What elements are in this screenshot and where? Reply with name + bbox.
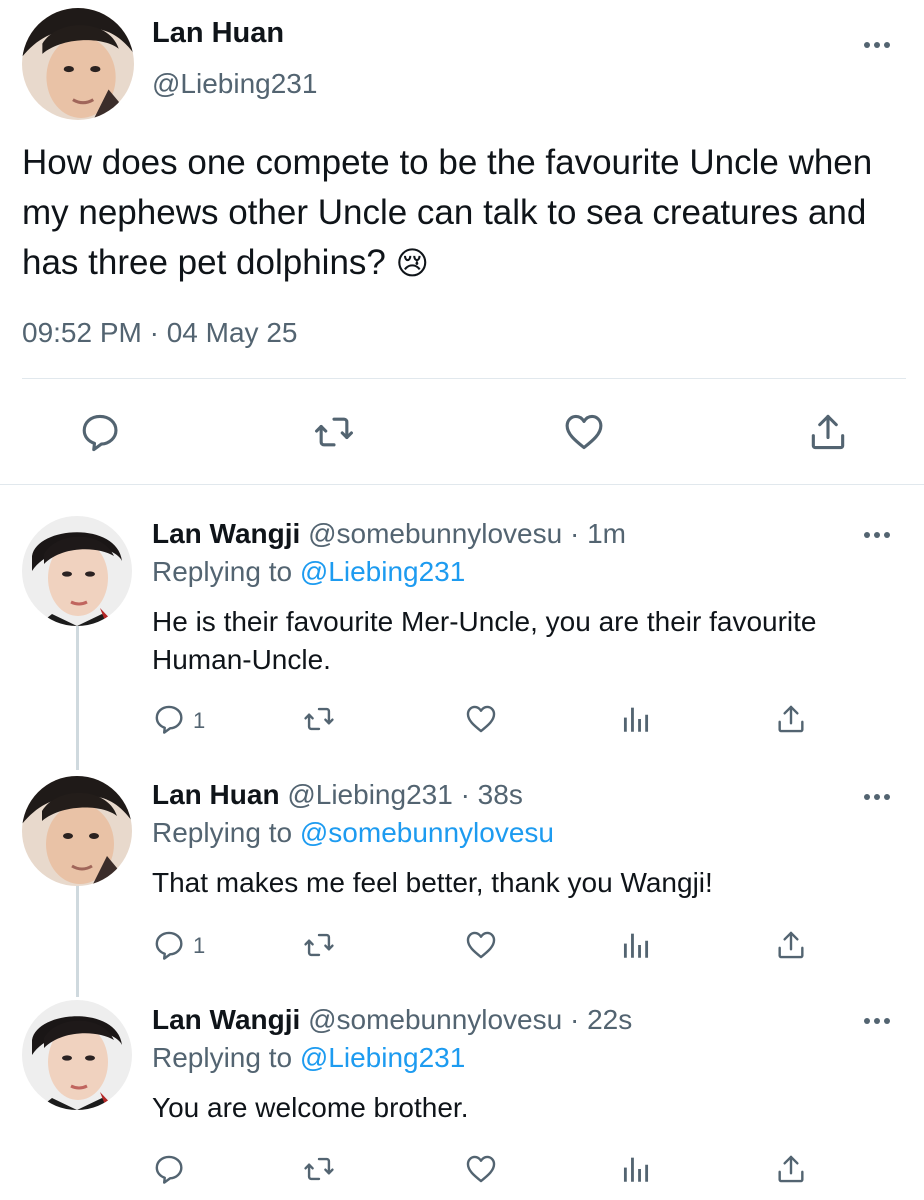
avatar[interactable] <box>22 1000 132 1110</box>
divider <box>0 484 924 485</box>
thread-line <box>76 624 79 770</box>
like-icon[interactable] <box>464 1152 498 1186</box>
retweet-icon[interactable] <box>302 1152 336 1186</box>
author-name[interactable]: Lan Wangji <box>152 518 300 549</box>
avatar[interactable] <box>22 8 134 120</box>
share-icon[interactable] <box>806 410 850 454</box>
reply-text: You are welcome brother. <box>152 1092 469 1123</box>
comment-icon[interactable] <box>152 702 186 736</box>
comment-icon[interactable] <box>152 928 186 962</box>
reply-header: Lan Wangji @somebunnylovesu · 22s <box>152 1002 632 1038</box>
more-icon[interactable] <box>864 1016 894 1026</box>
reply-count: 1 <box>193 708 206 733</box>
comment-icon[interactable] <box>152 1152 186 1186</box>
reply-text: That makes me feel better, thank you Wan… <box>152 867 713 898</box>
tweet-timestamp[interactable]: 09:52 PM · 04 May 25 <box>22 315 297 351</box>
replying-to: Replying to @Liebing231 <box>152 1040 465 1076</box>
more-icon[interactable] <box>864 792 894 802</box>
more-icon[interactable] <box>864 40 894 50</box>
author-name[interactable]: Lan Huan <box>152 14 284 52</box>
retweet-icon[interactable] <box>302 928 336 962</box>
retweet-icon[interactable] <box>312 410 356 454</box>
avatar[interactable] <box>22 516 132 626</box>
replying-label: Replying to <box>152 556 300 587</box>
tweet-text: How does one compete to be the favourite… <box>22 138 922 288</box>
divider <box>22 378 906 379</box>
reply-text: He is their favourite Mer-Uncle, you are… <box>152 606 817 675</box>
analytics-icon[interactable] <box>619 928 653 962</box>
more-icon[interactable] <box>864 530 894 540</box>
like-icon[interactable] <box>464 702 498 736</box>
share-icon[interactable] <box>774 1152 808 1186</box>
like-icon[interactable] <box>464 928 498 962</box>
like-icon[interactable] <box>562 410 606 454</box>
retweet-icon[interactable] <box>302 702 336 736</box>
reply-header: Lan Huan @Liebing231 · 38s <box>152 777 523 813</box>
replying-to: Replying to @somebunnylovesu <box>152 815 554 851</box>
tweet-text-body: How does one compete to be the favourite… <box>22 143 873 282</box>
replying-to-link[interactable]: @Liebing231 <box>300 556 465 587</box>
analytics-icon[interactable] <box>619 1152 653 1186</box>
avatar[interactable] <box>22 776 132 886</box>
crying-emoji: 😢 <box>395 245 429 281</box>
share-icon[interactable] <box>774 928 808 962</box>
author-name[interactable]: Lan Wangji <box>152 1004 300 1035</box>
replying-label: Replying to <box>152 1042 300 1073</box>
analytics-icon[interactable] <box>619 702 653 736</box>
share-icon[interactable] <box>774 702 808 736</box>
replying-to-link[interactable]: @somebunnylovesu <box>300 817 554 848</box>
comment-icon[interactable] <box>78 410 122 454</box>
replying-to: Replying to @Liebing231 <box>152 554 465 590</box>
author-name[interactable]: Lan Huan <box>152 779 280 810</box>
author-meta[interactable]: @Liebing231 · 38s <box>287 779 522 810</box>
author-meta[interactable]: @somebunnylovesu · 22s <box>308 1004 632 1035</box>
reply-count: 1 <box>193 933 206 958</box>
author-meta[interactable]: @somebunnylovesu · 1m <box>308 518 626 549</box>
thread-line <box>76 885 79 997</box>
replying-label: Replying to <box>152 817 300 848</box>
reply-header: Lan Wangji @somebunnylovesu · 1m <box>152 516 626 552</box>
author-handle[interactable]: @Liebing231 <box>152 66 317 102</box>
avatar-image <box>22 8 134 120</box>
replying-to-link[interactable]: @Liebing231 <box>300 1042 465 1073</box>
